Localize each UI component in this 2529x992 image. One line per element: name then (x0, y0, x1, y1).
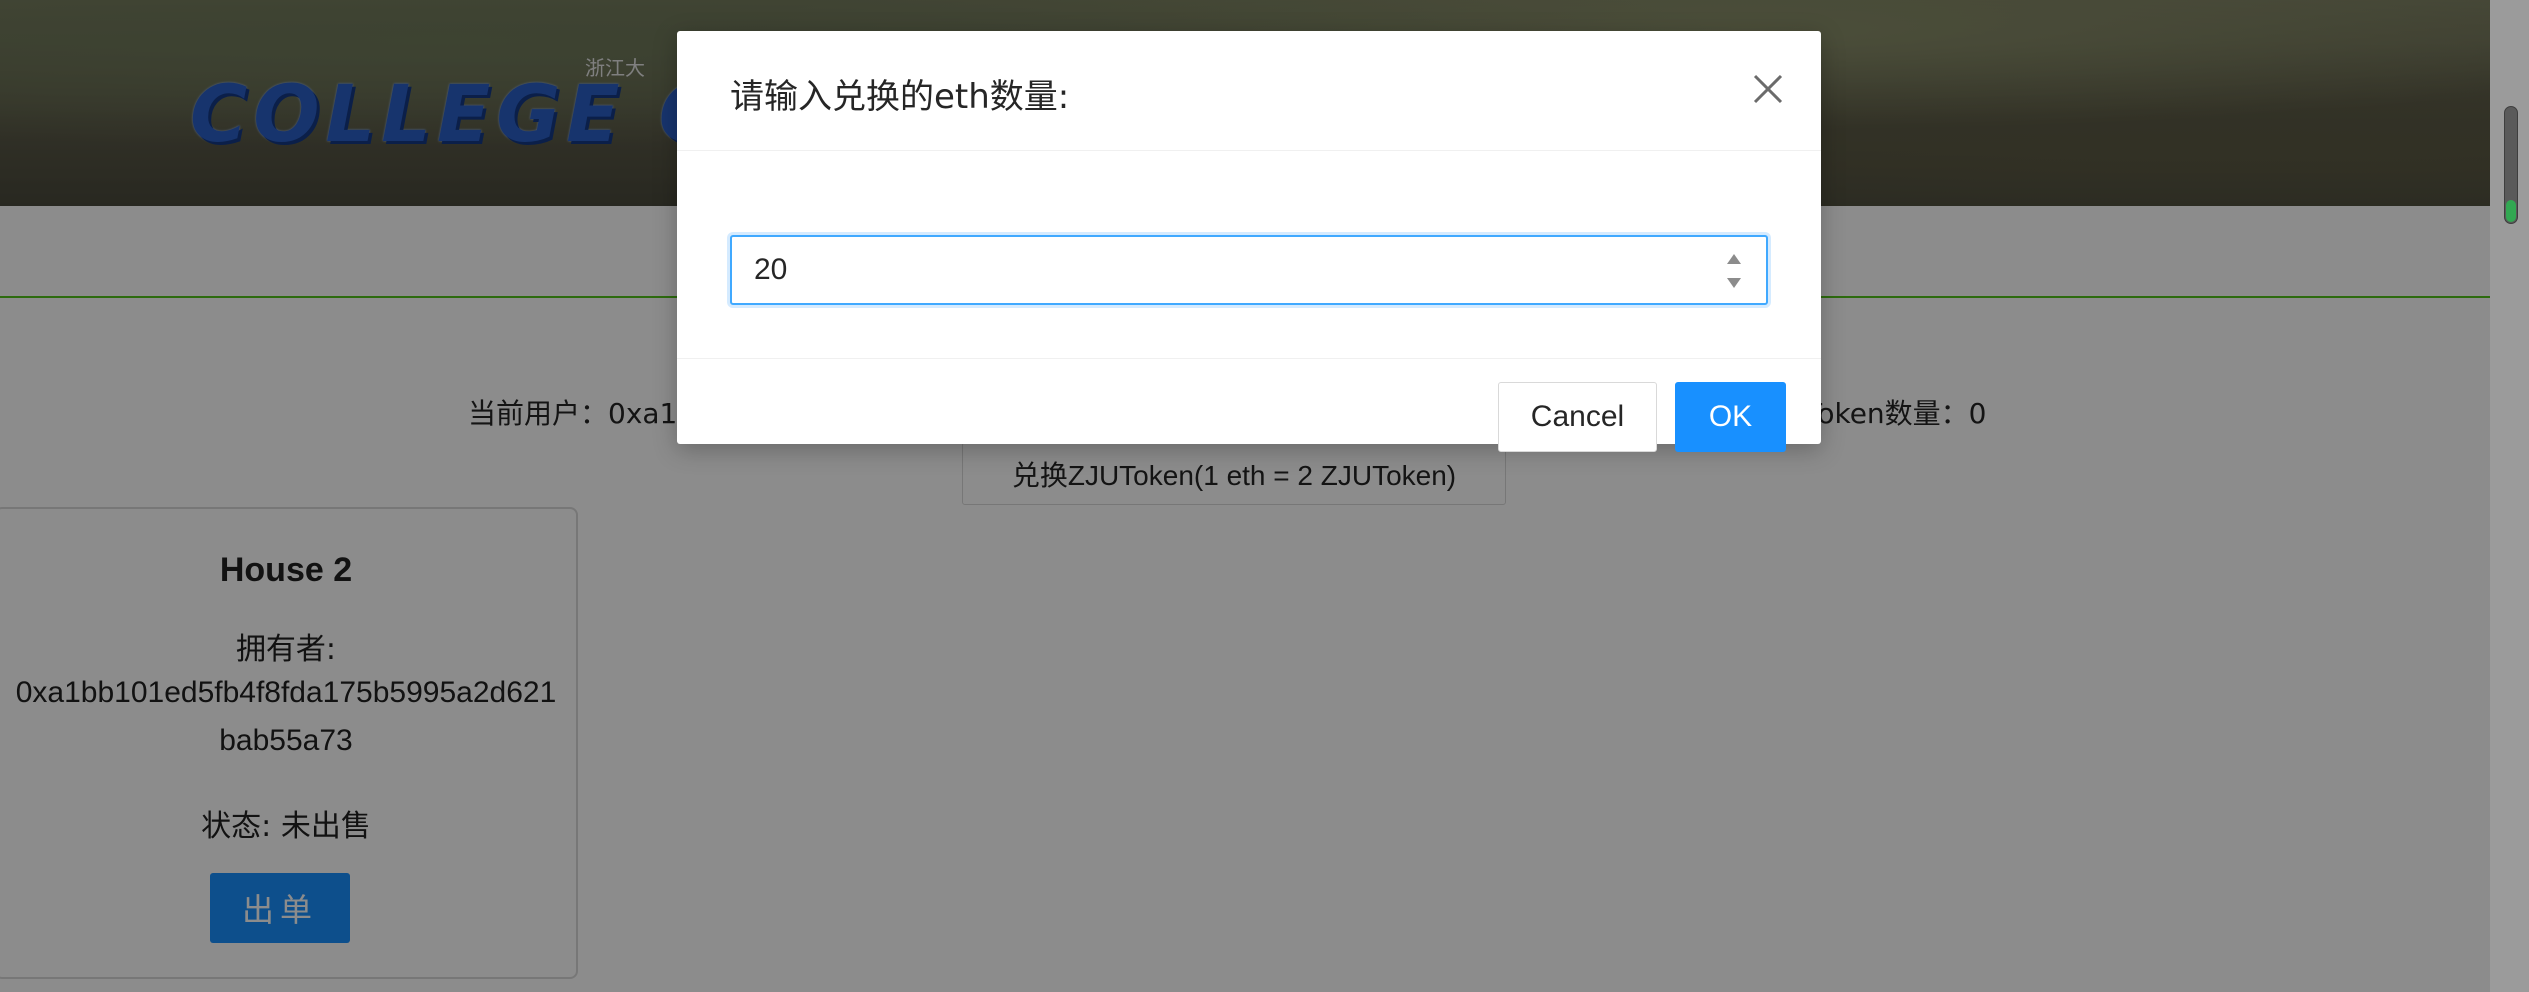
caret-down-icon (1727, 278, 1741, 288)
caret-up-icon (1727, 254, 1741, 264)
close-button[interactable] (1740, 61, 1796, 117)
modal-footer: Cancel OK (677, 359, 1821, 452)
modal-title: 请输入兑换的eth数量: (730, 77, 1070, 117)
modal-header: 请输入兑换的eth数量: (677, 31, 1821, 151)
eth-amount-value[interactable]: 20 (754, 253, 787, 287)
modal-body: 20 (677, 151, 1821, 359)
decrement-button[interactable] (1722, 273, 1746, 293)
cancel-button[interactable]: Cancel (1498, 382, 1657, 452)
close-icon (1753, 74, 1783, 104)
page: 浙江大 COLLEGE OF COMPUTER SCIENCE 当前用户：0xa… (0, 0, 2529, 992)
exchange-modal: 请输入兑换的eth数量: 20 Cancel OK (677, 31, 1821, 452)
eth-amount-input[interactable]: 20 (730, 235, 1768, 305)
increment-button[interactable] (1722, 249, 1746, 269)
scrollbar-accent (2506, 200, 2516, 222)
ok-button[interactable]: OK (1675, 382, 1786, 452)
